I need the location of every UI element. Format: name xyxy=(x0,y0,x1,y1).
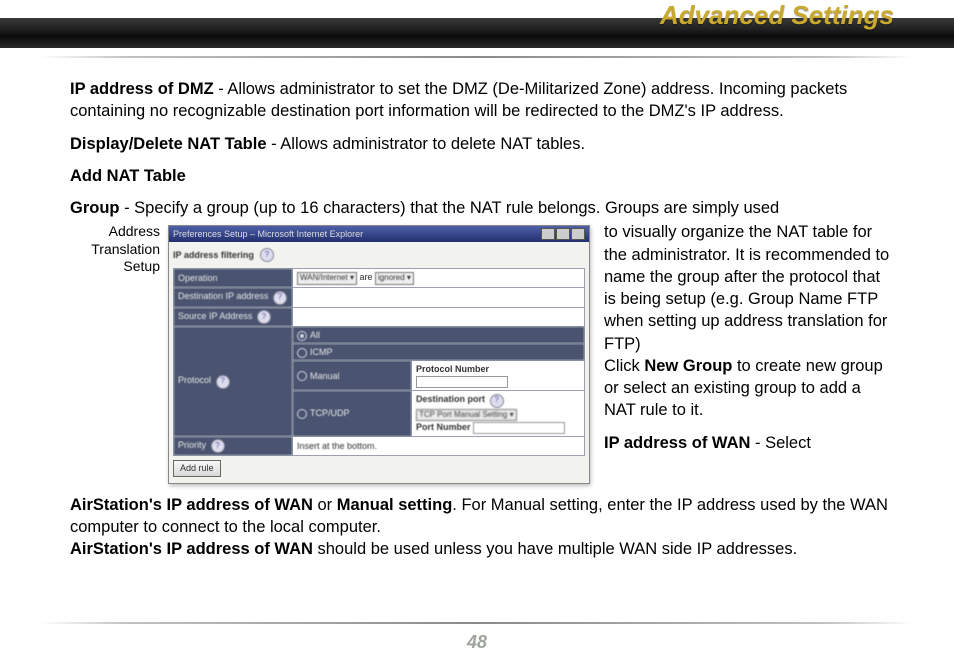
proto-opt-tcpudp: TCP/UDP xyxy=(293,391,412,437)
text-group-lead: - Specify a group (up to 16 characters) … xyxy=(120,199,780,217)
protocol-number-label: Protocol Number xyxy=(416,364,489,374)
help-icon: ? xyxy=(273,291,287,305)
row-dst-label: Destination IP address ? xyxy=(174,288,293,307)
radio-icon xyxy=(297,348,307,358)
protocol-number-input xyxy=(416,376,508,388)
main-content: IP address of DMZ - Allows administrator… xyxy=(70,78,894,570)
group-wrap-1: to visually organize the NAT table for t… xyxy=(604,223,889,352)
operation-text: are xyxy=(359,272,372,282)
proto-tcpudp-detail: Destination port ? TCP Port Manual Setti… xyxy=(412,391,585,437)
page-number: 48 xyxy=(0,632,954,653)
screenshot-titlebar: Preferences Setup – Microsoft Internet E… xyxy=(169,226,589,242)
label-wan-1a: AirStation's IP address of WAN xyxy=(70,496,313,514)
help-icon: ? xyxy=(257,310,271,324)
text-wan-2b: should be used unless you have multiple … xyxy=(313,540,797,558)
text-ip-wan-tail: - Select xyxy=(750,434,811,452)
radio-icon xyxy=(297,409,307,419)
caption-line-1: Address xyxy=(109,223,160,239)
embedded-screenshot: Preferences Setup – Microsoft Internet E… xyxy=(168,225,590,483)
label-nat-delete: Display/Delete NAT Table xyxy=(70,135,267,153)
group-wrap-click: Click xyxy=(604,357,644,375)
divider-top xyxy=(40,56,914,58)
radio-icon xyxy=(297,371,307,381)
help-icon: ? xyxy=(490,394,504,408)
dst-port-label: Destination port xyxy=(416,394,485,404)
label-wan-2a: AirStation's IP address of WAN xyxy=(70,540,313,558)
ip-filter-line: IP address filtering ? xyxy=(173,248,585,262)
para-dmz: IP address of DMZ - Allows administrator… xyxy=(70,78,894,123)
help-icon: ? xyxy=(260,248,274,262)
operation-select-1: WAN/Internet ▾ xyxy=(297,272,357,285)
proto-opt-icmp: ICMP xyxy=(293,344,585,361)
text-nat-delete: - Allows administrator to delete NAT tab… xyxy=(267,135,586,153)
group-wrap-text: to visually organize the NAT table for t… xyxy=(604,221,894,454)
label-new-group: New Group xyxy=(644,357,732,375)
caption-line-2: Translation xyxy=(91,241,160,257)
row-priority-label: Priority ? xyxy=(174,436,293,455)
add-rule-button: Add rule xyxy=(173,460,221,476)
label-add-nat: Add NAT Table xyxy=(70,167,186,185)
caption-line-3: Setup xyxy=(123,258,160,274)
minimize-icon xyxy=(541,228,555,240)
proto-opt-manual: Manual xyxy=(293,361,412,391)
para-group-lead: Group - Specify a group (up to 16 charac… xyxy=(70,197,894,219)
proto-manual-detail: Protocol Number xyxy=(412,361,585,391)
label-dmz: IP address of DMZ xyxy=(70,80,214,98)
label-wan-1c: Manual setting xyxy=(337,496,453,514)
help-icon: ? xyxy=(211,439,225,453)
label-ip-wan: IP address of WAN xyxy=(604,434,750,452)
row-src-label: Source IP Address ? xyxy=(174,307,293,326)
screenshot-form-table: Operation WAN/Internet ▾ are ignored ▾ D… xyxy=(173,268,585,456)
proto-opt-all: All xyxy=(293,327,585,344)
page-header-title: Advanced Settings xyxy=(660,0,894,31)
row-dst-value xyxy=(293,288,585,307)
row-operation-value: WAN/Internet ▾ are ignored ▾ xyxy=(293,269,585,288)
close-icon xyxy=(571,228,585,240)
row-priority-value: Insert at the bottom. xyxy=(293,436,585,455)
port-number-label: Port Number xyxy=(416,422,471,432)
row-protocol-label: Protocol ? xyxy=(174,327,293,437)
port-number-input xyxy=(473,422,565,434)
help-icon: ? xyxy=(216,375,230,389)
maximize-icon xyxy=(556,228,570,240)
divider-bottom xyxy=(40,622,914,624)
text-wan-1b: or xyxy=(313,496,337,514)
ip-filter-label: IP address filtering xyxy=(173,249,254,261)
screenshot-body: IP address filtering ? Operation WAN/Int… xyxy=(169,242,589,482)
dst-port-select: TCP Port Manual Setting ▾ xyxy=(416,409,517,422)
figure-row: Address Translation Setup Preferences Se… xyxy=(70,221,894,489)
row-operation-label: Operation xyxy=(174,269,293,288)
operation-select-2: ignored ▾ xyxy=(375,272,414,285)
para-wan-1: AirStation's IP address of WAN or Manual… xyxy=(70,494,894,561)
screenshot-window-title: Preferences Setup – Microsoft Internet E… xyxy=(173,228,363,240)
para-add-nat: Add NAT Table xyxy=(70,165,894,187)
label-group: Group xyxy=(70,199,120,217)
radio-icon xyxy=(297,331,307,341)
row-src-value xyxy=(293,307,585,326)
para-nat-delete: Display/Delete NAT Table - Allows admini… xyxy=(70,133,894,155)
window-buttons xyxy=(541,228,585,240)
figure-caption: Address Translation Setup xyxy=(70,221,160,276)
